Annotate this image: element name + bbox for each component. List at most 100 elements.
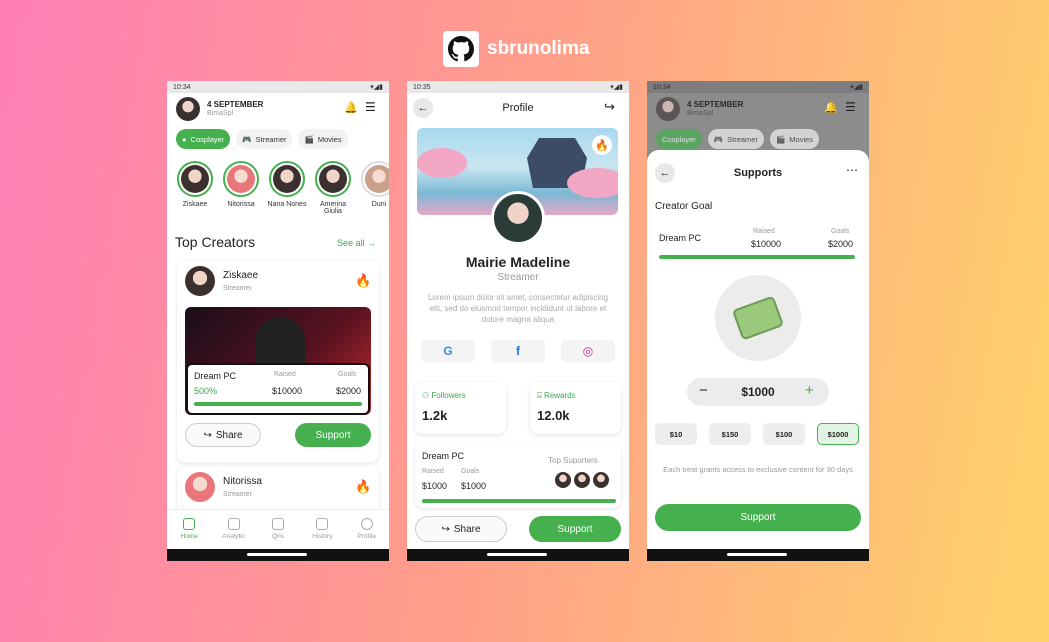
supporter-avatar[interactable] bbox=[593, 472, 609, 488]
google-icon[interactable]: G bbox=[421, 340, 475, 362]
category-chips: ● Cosplayer 🎮 Streamer 🎬 Movies bbox=[176, 129, 348, 149]
menu-icon[interactable]: ☰ bbox=[365, 100, 376, 114]
goal-box: Dream PC 500% Raised $10000 Goals $2000 bbox=[186, 363, 370, 415]
rewards-card: ⌸ Rewards 12.0k bbox=[530, 382, 621, 434]
money-illustration bbox=[715, 275, 801, 361]
tab-qris[interactable]: Qris bbox=[256, 518, 300, 549]
tab-analytic[interactable]: Analytic bbox=[212, 518, 256, 549]
tab-profile[interactable]: Profile bbox=[345, 518, 389, 549]
instagram-icon[interactable]: ◎ bbox=[561, 340, 615, 362]
fire-icon: 🔥 bbox=[592, 135, 612, 155]
goals-label: Goals bbox=[338, 371, 357, 378]
page-title: Profile bbox=[502, 102, 534, 114]
home-indicator[interactable] bbox=[727, 553, 787, 556]
top-supporters-label: Top Suporters bbox=[548, 456, 598, 465]
brand: sbrunolima bbox=[443, 31, 589, 67]
chip-movies[interactable]: 🎬 Movies bbox=[298, 129, 348, 149]
amount-option[interactable]: $150 bbox=[709, 423, 751, 445]
goal-name: Dream PC bbox=[194, 371, 237, 381]
profile-bio: Lorem ipsum dolor sit amet, consectetur … bbox=[427, 293, 609, 324]
share-icon[interactable]: ↪ bbox=[604, 99, 615, 115]
raised-value: $10000 bbox=[272, 386, 303, 396]
clapper-icon: 🎬 bbox=[775, 134, 786, 144]
chip-label: Movies bbox=[317, 134, 342, 144]
supporter-avatar[interactable] bbox=[555, 472, 571, 488]
bell-icon: 🔔 bbox=[824, 102, 838, 114]
story-avatar bbox=[319, 165, 347, 193]
story-item[interactable]: Ziskaee bbox=[175, 161, 215, 215]
story-item[interactable]: Duni bbox=[359, 161, 389, 215]
share-icon: ↪ bbox=[203, 429, 212, 441]
home-indicator[interactable] bbox=[487, 553, 547, 556]
goal-name: Dream PC bbox=[659, 233, 702, 243]
chip-movies: 🎬 Movies bbox=[769, 129, 820, 149]
tree-art bbox=[417, 148, 467, 178]
status-icons: ▾◢▮ bbox=[370, 84, 383, 91]
system-nav bbox=[407, 549, 629, 561]
date-label: 4 SEPTEMBER bbox=[207, 100, 264, 109]
chip-cosplayer[interactable]: ● Cosplayer bbox=[176, 129, 231, 149]
share-button[interactable]: ↪ Share bbox=[185, 423, 261, 447]
followers-label: Followers bbox=[431, 391, 466, 400]
goal-card: Dream PC Raised $1000 Goals $1000 Top Su… bbox=[415, 444, 621, 508]
share-icon: ↪ bbox=[441, 523, 450, 535]
goal-name: Dream PC bbox=[422, 451, 465, 461]
tab-label: Qris bbox=[272, 533, 284, 540]
story-name: Ziskaee bbox=[182, 201, 208, 208]
chip-streamer[interactable]: 🎮 Streamer bbox=[236, 129, 293, 149]
story-name: Nana Nones bbox=[267, 201, 307, 208]
story-item[interactable]: Nitorissa bbox=[221, 161, 261, 215]
status-time: 10:34 bbox=[653, 83, 671, 91]
clapper-icon: 🎬 bbox=[304, 134, 314, 144]
see-all-label: See all bbox=[337, 238, 365, 248]
supports-screen: 10:34 ▾◢▮ 4 SEPTEMBER BimaSpl 🔔 ☰ Cosplay… bbox=[647, 81, 869, 561]
bell-icon[interactable]: 🔔 bbox=[344, 101, 358, 114]
plus-button[interactable]: + bbox=[805, 382, 814, 399]
supports-sheet: ← Supports ⋯ Creator Goal Dream PC Raise… bbox=[647, 150, 869, 561]
raised-label: Raised bbox=[753, 228, 775, 235]
fire-icon: 🔥 bbox=[355, 273, 372, 288]
see-all-link[interactable]: See all → bbox=[337, 238, 376, 248]
tab-label: Analytic bbox=[222, 533, 245, 540]
goal-progress bbox=[659, 255, 855, 259]
section-title: Top Creators bbox=[175, 234, 256, 250]
tab-label: Profile bbox=[357, 533, 376, 540]
arrow-right-icon: → bbox=[367, 238, 377, 248]
profile-icon bbox=[360, 518, 373, 530]
goals-value: $1000 bbox=[461, 481, 487, 491]
tab-history[interactable]: History bbox=[300, 518, 344, 549]
status-icons: ▾◢▮ bbox=[610, 84, 623, 91]
amount-stepper: − $1000 + bbox=[687, 378, 829, 406]
share-button[interactable]: ↪ Share bbox=[415, 516, 507, 542]
goals-label: Goals bbox=[831, 228, 850, 235]
category-chips: Cosplayer 🎮 Streamer 🎬 Movies bbox=[656, 129, 820, 149]
more-icon[interactable]: ⋯ bbox=[846, 163, 858, 177]
facebook-icon[interactable]: f bbox=[491, 340, 545, 362]
avatar[interactable] bbox=[176, 97, 200, 121]
status-bar: 10:35 ▾◢▮ bbox=[407, 81, 629, 93]
amount-option[interactable]: $100 bbox=[763, 423, 805, 445]
rewards-label: Rewards bbox=[544, 391, 576, 400]
goal-progress bbox=[422, 499, 616, 503]
story-name: Duni bbox=[371, 201, 387, 208]
support-button[interactable]: Support bbox=[655, 504, 861, 531]
creator-card[interactable]: Ziskaee Streamer 🔥 Dream PC 500% Raised … bbox=[177, 261, 379, 462]
fire-icon: 🔥 bbox=[355, 479, 372, 494]
story-item[interactable]: Nana Nones bbox=[267, 161, 307, 215]
support-button[interactable]: Support bbox=[295, 423, 371, 447]
supporter-avatar[interactable] bbox=[574, 472, 590, 488]
amount-option-selected[interactable]: $1000 bbox=[817, 423, 859, 445]
cosplayer-icon: ● bbox=[182, 134, 187, 144]
story-name: Amerina Giulia bbox=[319, 201, 347, 215]
system-nav bbox=[647, 549, 869, 561]
home-indicator[interactable] bbox=[247, 553, 307, 556]
history-icon bbox=[316, 518, 329, 530]
tab-home[interactable]: Home bbox=[167, 518, 211, 549]
story-item[interactable]: Amerina Giulia bbox=[313, 161, 353, 215]
creator-role: Streamer bbox=[223, 491, 252, 498]
support-button[interactable]: Support bbox=[529, 516, 621, 542]
rewards-count: 12.0k bbox=[537, 408, 570, 423]
amount-option[interactable]: $10 bbox=[655, 423, 697, 445]
date-label: 4 SEPTEMBER bbox=[687, 100, 744, 109]
status-bar: 10:34 ▾◢▮ bbox=[647, 81, 869, 93]
